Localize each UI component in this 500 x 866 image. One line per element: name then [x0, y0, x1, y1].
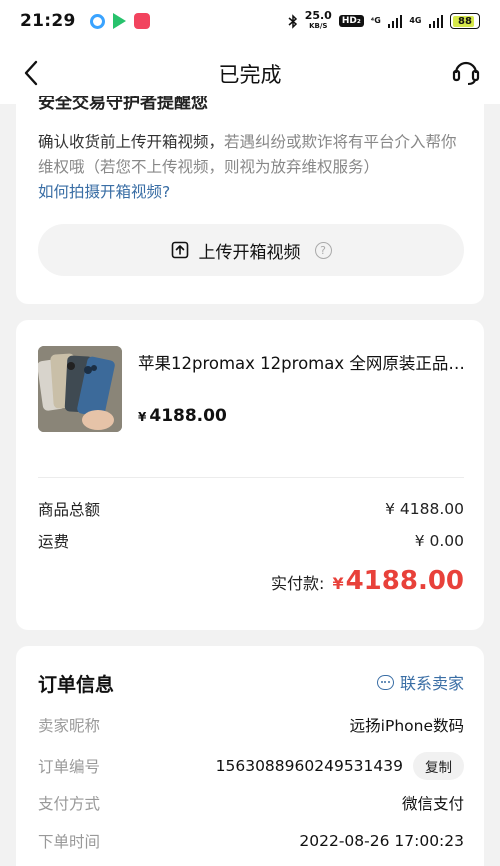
price-symbol: ¥: [138, 410, 147, 424]
help-icon[interactable]: ?: [314, 241, 332, 259]
app-red-icon: [133, 13, 150, 29]
shipping-label: 运费: [38, 533, 70, 551]
description-main: 确认收货前上传开箱视频，: [38, 133, 225, 151]
speed-unit: KB/S: [309, 22, 328, 30]
paid-label: 实付款:: [271, 574, 325, 593]
hd-badge: HD₂: [338, 15, 364, 27]
paid-amount: 实付款: ¥4188.00: [271, 566, 464, 596]
paid-number: 4188.00: [345, 566, 464, 596]
divider: [38, 477, 464, 478]
speed-value: 25.0: [304, 9, 332, 22]
product-card: 苹果12promax 12promax 全网原装正品 ... ¥4188.00 …: [16, 320, 484, 630]
product-price: ¥4188.00: [138, 406, 227, 426]
info-value: 远扬iPhone数码: [349, 717, 464, 735]
unboxing-description: 确认收货前上传开箱视频，若遇纠纷或欺诈将有平台介入帮你维权哦（若您不上传视频，则…: [38, 130, 468, 180]
order-info-title: 订单信息: [38, 674, 115, 696]
customer-service-button[interactable]: [450, 56, 482, 88]
info-key: 卖家昵称: [38, 717, 101, 735]
chat-icon: [376, 674, 394, 690]
info-row-order-number: 订单编号 1563088960249531439 复制: [38, 752, 464, 780]
info-value: 2022-08-26 17:00:23: [299, 832, 464, 850]
shipping-row: 运费 ¥ 0.00: [38, 530, 464, 552]
app-circle-icon: [89, 13, 105, 29]
paid-value: ¥4188.00: [332, 566, 464, 596]
network-speed: 25.0 KB/S: [304, 9, 332, 31]
status-indicators: 25.0 KB/S HD₂ ⁴G 4G 88: [288, 9, 480, 31]
contact-seller-button[interactable]: 联系卖家: [376, 670, 464, 694]
info-value: 微信支付: [401, 795, 464, 813]
contact-seller-label: 联系卖家: [399, 674, 464, 693]
nav-bar: 已完成: [0, 42, 500, 104]
upload-icon: [171, 241, 188, 259]
goods-total-label: 商品总额: [38, 501, 101, 519]
info-key: 支付方式: [38, 795, 101, 813]
upload-video-button[interactable]: 上传开箱视频 ?: [38, 224, 464, 276]
product-title[interactable]: 苹果12promax 12promax 全网原装正品 ...: [138, 350, 468, 374]
network-type-1: ⁴G: [370, 16, 381, 25]
info-key: 订单编号: [38, 758, 101, 776]
security-reminder-title: 安全交易守护者提醒您: [38, 96, 208, 113]
iphone-image-icon: [38, 346, 122, 432]
order-info-card: 订单信息 联系卖家 卖家昵称 远扬iPhone数码 订单编号 156308896…: [16, 646, 484, 866]
status-time: 21:29: [20, 11, 76, 31]
copy-button[interactable]: 复制: [413, 752, 464, 780]
info-row-seller: 卖家昵称 远扬iPhone数码: [38, 714, 464, 736]
product-thumbnail[interactable]: [38, 346, 122, 432]
info-key: 下单时间: [38, 833, 101, 851]
goods-total-row: 商品总额 ¥ 4188.00: [38, 498, 464, 520]
play-icon: [112, 13, 126, 29]
info-row-order-time: 下单时间 2022-08-26 17:00:23: [38, 830, 464, 852]
battery-level: 88: [458, 15, 472, 27]
bluetooth-icon: [288, 13, 297, 29]
signal-icon: [387, 14, 403, 28]
price-value: 4188.00: [149, 406, 227, 426]
unboxing-video-card: 安全交易守护者提醒您 确认收货前上传开箱视频，若遇纠纷或欺诈将有平台介入帮你维权…: [16, 96, 484, 304]
goods-total-value: ¥ 4188.00: [385, 500, 464, 518]
signal-icon: [428, 14, 443, 28]
upload-video-label: 上传开箱视频: [198, 242, 301, 263]
shipping-value: ¥ 0.00: [414, 532, 464, 550]
customer-service-icon: [452, 61, 480, 85]
info-row-payment: 支付方式 微信支付: [38, 792, 464, 814]
page-title: 已完成: [218, 63, 282, 87]
order-number-value: 1563088960249531439: [215, 757, 403, 775]
paid-symbol: ¥: [332, 574, 344, 593]
status-bar: 21:29 25.0 KB/S HD₂ ⁴G 4G 88: [0, 0, 500, 42]
battery-icon: 88: [450, 13, 480, 29]
how-to-record-link[interactable]: 如何拍摄开箱视频?: [38, 180, 170, 202]
network-type-2: 4G: [409, 16, 422, 25]
